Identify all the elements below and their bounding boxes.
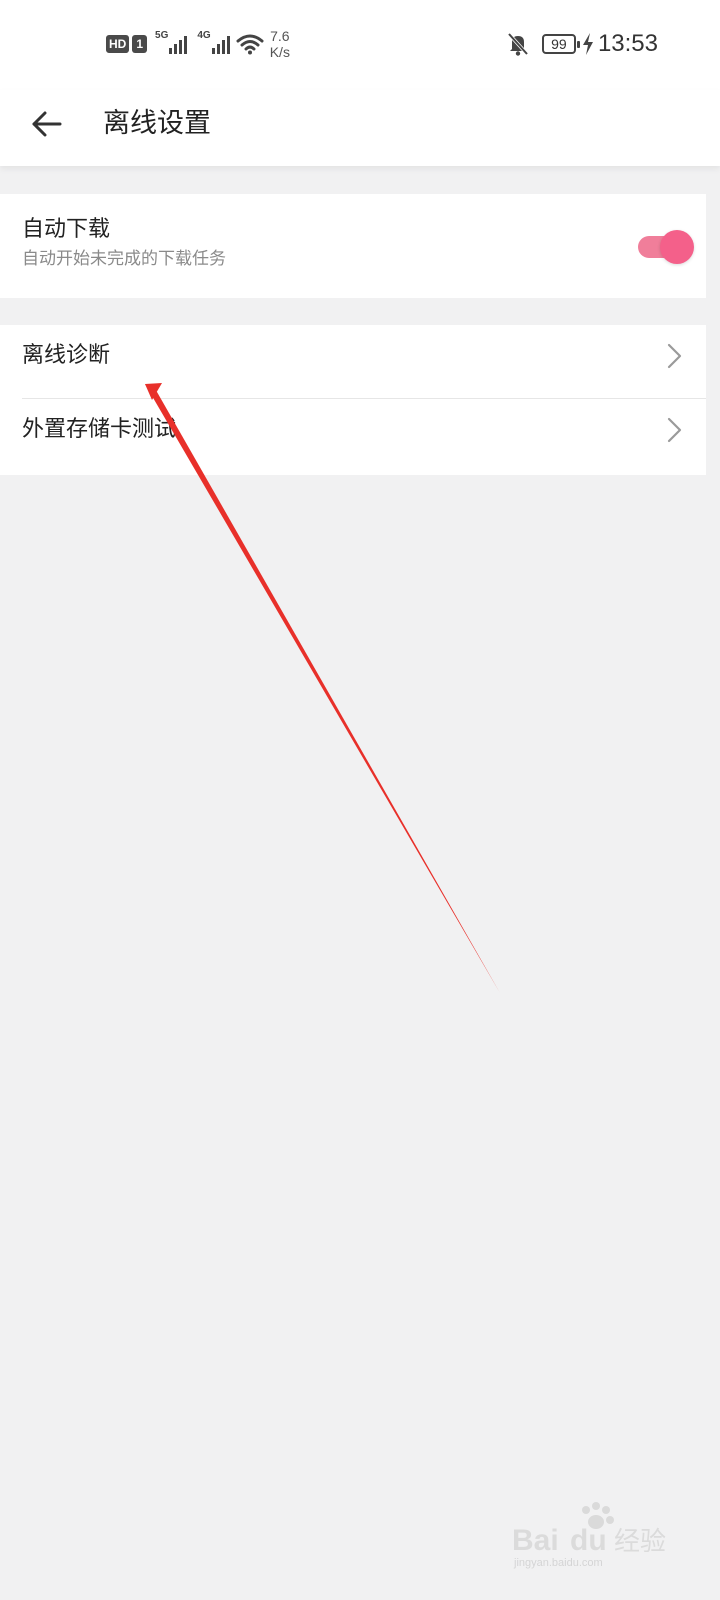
baidu-jingyan-watermark: Bai du 经验 jingyan.baidu.com — [512, 1502, 666, 1569]
hd-badge: HD — [106, 35, 130, 53]
watermark-brand: Bai — [512, 1524, 559, 1557]
chevron-right-icon — [667, 343, 682, 369]
offline-diagnosis-label: 离线诊断 — [22, 343, 111, 368]
offline-diagnosis-row[interactable]: 离线诊断 — [0, 325, 706, 398]
settings-group-tools: 离线诊断 外置存储卡测试 — [0, 325, 706, 475]
auto-download-row[interactable]: 自动下载 自动开始未完成的下载任务 — [0, 194, 706, 298]
chevron-right-icon — [667, 417, 682, 443]
sd-card-test-label: 外置存储卡测试 — [22, 417, 177, 442]
watermark-brand-du: du — [570, 1524, 607, 1557]
wifi-icon — [236, 34, 264, 55]
sim-badge: 1 — [132, 35, 148, 53]
watermark-product: 经验 — [614, 1527, 666, 1557]
status-bar: HD 1 5G 4G 7.6 K/s 99 13:53 — [0, 0, 720, 90]
charging-icon — [582, 33, 593, 55]
app-header: 离线设置 — [0, 90, 720, 166]
battery-indicator: 99 — [541, 34, 580, 54]
arrow-left-icon — [32, 111, 62, 137]
back-button[interactable] — [26, 102, 70, 146]
auto-download-subtitle: 自动开始未完成的下载任务 — [22, 249, 226, 269]
bell-mute-icon — [507, 32, 529, 56]
auto-download-toggle[interactable] — [638, 228, 696, 266]
watermark-site: jingyan.baidu.com — [513, 1557, 603, 1569]
speed-value: 7.6 — [270, 28, 290, 44]
clock: 13:53 — [597, 30, 658, 57]
network-speed: 7.6 K/s — [270, 28, 290, 60]
signal-icon — [169, 34, 189, 54]
toggle-knob — [660, 230, 694, 264]
auto-download-title: 自动下载 — [22, 217, 111, 242]
status-right: 99 13:53 — [506, 30, 658, 58]
speed-unit: K/s — [269, 44, 290, 60]
page-title: 离线设置 — [103, 108, 211, 139]
network-type-1: 5G — [155, 29, 169, 41]
settings-group-download: 自动下载 自动开始未完成的下载任务 — [0, 194, 706, 298]
status-left: HD 1 5G 4G 7.6 K/s — [106, 28, 290, 60]
sd-card-test-row[interactable]: 外置存储卡测试 — [0, 399, 706, 475]
signal-icon-2 — [211, 34, 232, 54]
network-type-2: 4G — [197, 29, 211, 41]
